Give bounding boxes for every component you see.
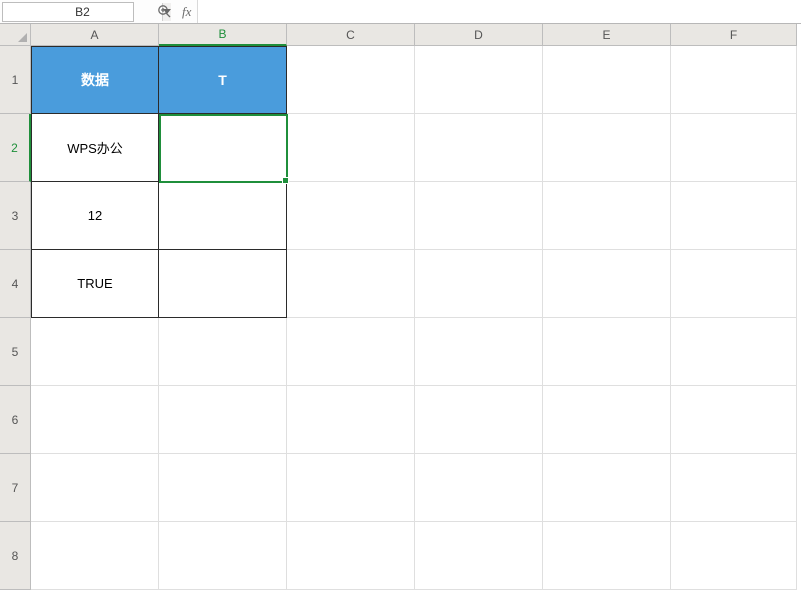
cell-F2[interactable] (671, 114, 797, 182)
row-8: 8 (0, 522, 801, 590)
cell-F5[interactable] (671, 318, 797, 386)
cell-D1[interactable] (415, 46, 543, 114)
cell-A5[interactable] (31, 318, 159, 386)
row-header-6[interactable]: 6 (0, 386, 31, 454)
cell-E8[interactable] (543, 522, 671, 590)
cell-E7[interactable] (543, 454, 671, 522)
col-header-E[interactable]: E (543, 24, 671, 46)
row-header-8[interactable]: 8 (0, 522, 31, 590)
cell-C4[interactable] (287, 250, 415, 318)
cell-A2[interactable]: WPS办公 (31, 114, 159, 182)
cell-D2[interactable] (415, 114, 543, 182)
cell-E6[interactable] (543, 386, 671, 454)
cell-F8[interactable] (671, 522, 797, 590)
search-icon (157, 4, 172, 19)
row-header-5[interactable]: 5 (0, 318, 31, 386)
row-7: 7 (0, 454, 801, 522)
col-header-A[interactable]: A (31, 24, 159, 46)
cell-F3[interactable] (671, 182, 797, 250)
row-4: 4 TRUE (0, 250, 801, 318)
cell-D6[interactable] (415, 386, 543, 454)
cell-E5[interactable] (543, 318, 671, 386)
formula-input[interactable] (198, 0, 801, 23)
row-header-2[interactable]: 2 (0, 114, 31, 182)
cell-B5[interactable] (159, 318, 287, 386)
spreadsheet-grid: A B C D E F 1 数据 T 2 WPS办公 3 12 4 (0, 24, 801, 590)
row-header-7[interactable]: 7 (0, 454, 31, 522)
cell-D7[interactable] (415, 454, 543, 522)
cell-A3[interactable]: 12 (31, 182, 159, 250)
row-1: 1 数据 T (0, 46, 801, 114)
row-header-3[interactable]: 3 (0, 182, 31, 250)
row-header-4[interactable]: 4 (0, 250, 31, 318)
cell-D4[interactable] (415, 250, 543, 318)
cell-E4[interactable] (543, 250, 671, 318)
cell-B6[interactable] (159, 386, 287, 454)
select-all-corner[interactable] (0, 24, 31, 46)
cell-D8[interactable] (415, 522, 543, 590)
cell-C1[interactable] (287, 46, 415, 114)
cell-E2[interactable] (543, 114, 671, 182)
col-header-B[interactable]: B (159, 24, 287, 46)
cell-C7[interactable] (287, 454, 415, 522)
row-6: 6 (0, 386, 801, 454)
col-header-C[interactable]: C (287, 24, 415, 46)
cell-A6[interactable] (31, 386, 159, 454)
cell-D3[interactable] (415, 182, 543, 250)
cell-C2[interactable] (287, 114, 415, 182)
cell-C3[interactable] (287, 182, 415, 250)
cell-E3[interactable] (543, 182, 671, 250)
row-5: 5 (0, 318, 801, 386)
cell-F1[interactable] (671, 46, 797, 114)
cell-C8[interactable] (287, 522, 415, 590)
cell-F7[interactable] (671, 454, 797, 522)
zoom-search-button[interactable] (134, 0, 176, 23)
cell-C5[interactable] (287, 318, 415, 386)
name-box[interactable] (2, 2, 134, 22)
cell-B8[interactable] (159, 522, 287, 590)
col-header-F[interactable]: F (671, 24, 797, 46)
cell-A8[interactable] (31, 522, 159, 590)
column-header-row: A B C D E F (0, 24, 801, 46)
cell-A7[interactable] (31, 454, 159, 522)
cell-B1[interactable]: T (159, 46, 287, 114)
cell-B3[interactable] (159, 182, 287, 250)
row-2: 2 WPS办公 (0, 114, 801, 182)
cell-E1[interactable] (543, 46, 671, 114)
cell-B7[interactable] (159, 454, 287, 522)
fx-label[interactable]: fx (176, 0, 198, 23)
cell-F6[interactable] (671, 386, 797, 454)
cell-A4[interactable]: TRUE (31, 250, 159, 318)
cell-C6[interactable] (287, 386, 415, 454)
col-header-D[interactable]: D (415, 24, 543, 46)
cell-B2[interactable] (159, 114, 287, 182)
cell-B4[interactable] (159, 250, 287, 318)
cell-D5[interactable] (415, 318, 543, 386)
cell-A1[interactable]: 数据 (31, 46, 159, 114)
row-header-1[interactable]: 1 (0, 46, 31, 114)
formula-bar: fx (0, 0, 801, 24)
cell-F4[interactable] (671, 250, 797, 318)
row-3: 3 12 (0, 182, 801, 250)
